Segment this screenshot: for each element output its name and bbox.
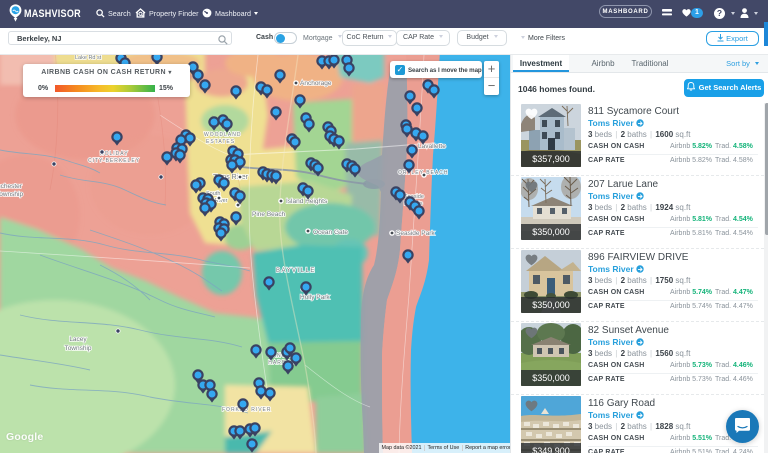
svg-text:Manchester: Manchester bbox=[0, 183, 23, 190]
svg-text:Township: Township bbox=[0, 191, 23, 198]
svg-text:WOODLAND: WOODLAND bbox=[204, 132, 241, 138]
svg-text:Island Heights: Island Heights bbox=[286, 198, 328, 205]
svg-text:Seaside Park: Seaside Park bbox=[396, 230, 435, 237]
svg-text:Lacey: Lacey bbox=[69, 336, 87, 343]
svg-text:BAYVILLE: BAYVILLE bbox=[276, 268, 316, 274]
svg-text:CITY-BERKELEY: CITY-BERKELEY bbox=[88, 158, 140, 164]
svg-text:ESTATES: ESTATES bbox=[206, 139, 235, 145]
svg-text:Anchorage: Anchorage bbox=[300, 80, 332, 87]
svg-text:Ocean Gate: Ocean Gate bbox=[313, 229, 348, 236]
svg-text:Holly Park: Holly Park bbox=[300, 294, 330, 301]
svg-text:Pine Beach: Pine Beach bbox=[252, 211, 286, 218]
svg-text:Township: Township bbox=[64, 345, 91, 352]
svg-text:Lavallette: Lavallette bbox=[418, 143, 446, 150]
svg-text:Lake Rd st: Lake Rd st bbox=[75, 55, 102, 61]
